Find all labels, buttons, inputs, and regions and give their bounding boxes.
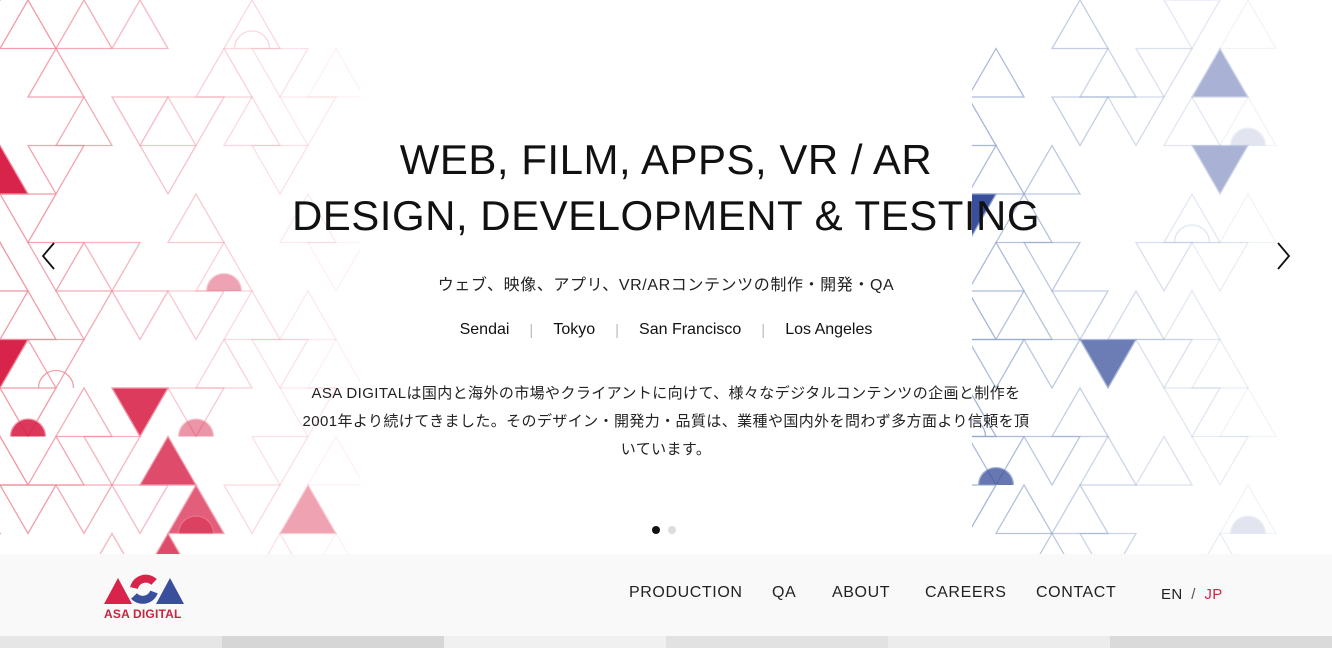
carousel-next-button[interactable] bbox=[1268, 236, 1298, 276]
site-header: ASA DIGITAL PRODUCTION QA ABOUT CAREERS … bbox=[0, 554, 1332, 636]
preview-tile bbox=[0, 636, 222, 648]
carousel-prev-button[interactable] bbox=[34, 236, 64, 276]
city-list: Sendai | Tokyo | San Francisco | Los Ang… bbox=[0, 321, 1332, 339]
nav-production[interactable]: PRODUCTION bbox=[629, 584, 743, 602]
hero-subtitle-jp: ウェブ、映像、アプリ、VR/ARコンテンツの制作・開発・QA bbox=[437, 277, 895, 294]
lang-en-link[interactable]: EN bbox=[1161, 586, 1183, 603]
nav-qa[interactable]: QA bbox=[772, 584, 796, 602]
nav-about[interactable]: ABOUT bbox=[832, 584, 890, 602]
language-switcher: EN / JP bbox=[1161, 586, 1223, 603]
nav-careers[interactable]: CAREERS bbox=[925, 584, 1007, 602]
city-sendai: Sendai bbox=[459, 321, 510, 338]
logo-text: ASA DIGITAL bbox=[104, 607, 182, 621]
preview-tile bbox=[888, 636, 1110, 648]
hero-description: ASA DIGITALは国内と海外の市場やクライアントに向けて、様々なデジタルコ… bbox=[302, 385, 1030, 458]
lang-jp-link[interactable]: JP bbox=[1204, 586, 1222, 603]
chevron-right-icon bbox=[1277, 242, 1291, 270]
content-preview-strip bbox=[0, 636, 1332, 648]
nav-contact[interactable]: CONTACT bbox=[1036, 584, 1116, 602]
chevron-left-icon bbox=[41, 242, 55, 270]
preview-tile bbox=[666, 636, 888, 648]
hero-carousel: WEB, FILM, APPS, VR / AR DESIGN, DEVELOP… bbox=[0, 0, 1332, 554]
carousel-dot-1[interactable] bbox=[652, 526, 660, 534]
headline-line-1: WEB, FILM, APPS, VR / AR bbox=[399, 136, 933, 183]
city-separator: | bbox=[529, 321, 534, 339]
hero-headline: WEB, FILM, APPS, VR / AR DESIGN, DEVELOP… bbox=[0, 132, 1332, 244]
city-san-francisco: San Francisco bbox=[639, 321, 742, 338]
headline-line-2: DESIGN, DEVELOPMENT & TESTING bbox=[291, 192, 1041, 239]
lang-separator: / bbox=[1191, 586, 1196, 603]
preview-tile bbox=[444, 636, 666, 648]
carousel-dots bbox=[652, 526, 676, 534]
hero-content: WEB, FILM, APPS, VR / AR DESIGN, DEVELOP… bbox=[0, 0, 1332, 554]
city-los-angeles: Los Angeles bbox=[785, 321, 873, 338]
main-nav: PRODUCTION QA ABOUT CAREERS CONTACT bbox=[0, 584, 1332, 606]
preview-tile bbox=[222, 636, 444, 648]
city-separator: | bbox=[761, 321, 766, 339]
preview-tile bbox=[1110, 636, 1332, 648]
carousel-dot-2[interactable] bbox=[668, 526, 676, 534]
city-tokyo: Tokyo bbox=[553, 321, 596, 338]
city-separator: | bbox=[615, 321, 620, 339]
